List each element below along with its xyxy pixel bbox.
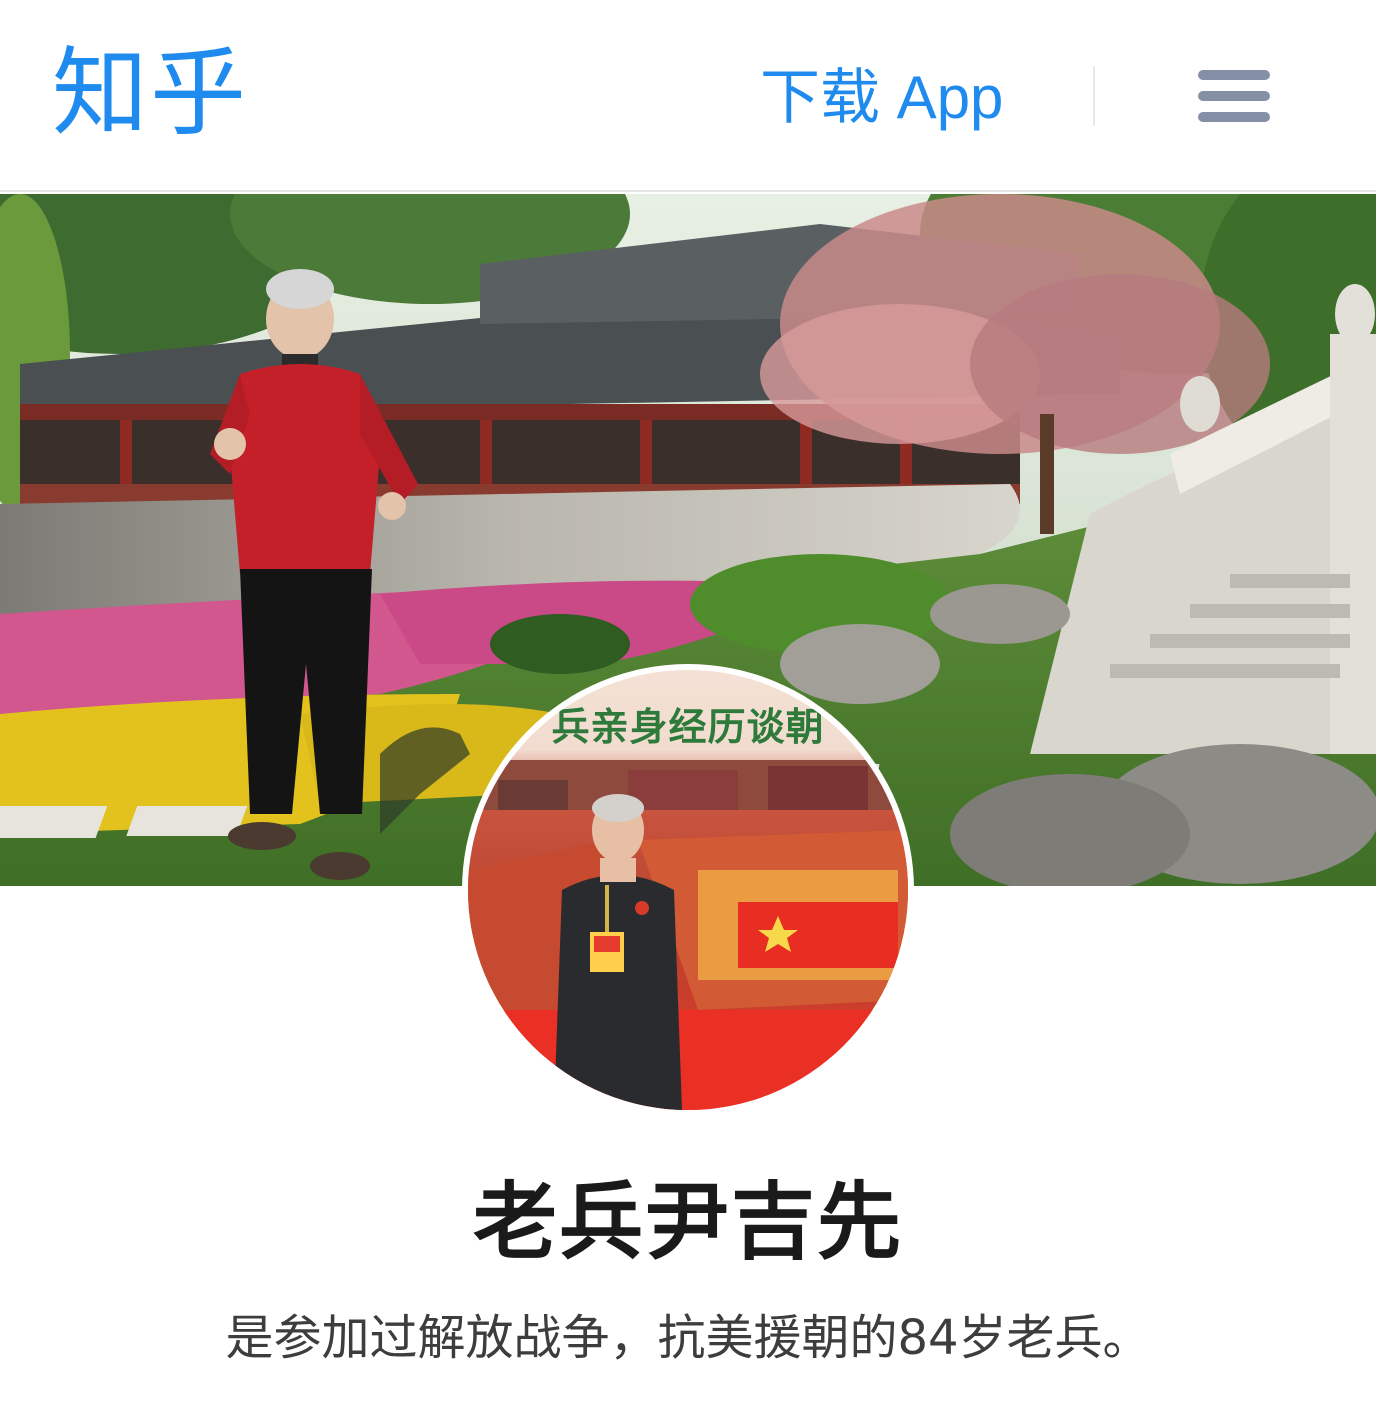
profile-avatar[interactable]: 兵亲身经历谈朝 <box>462 664 914 1116</box>
avatar-caption: 兵亲身经历谈朝 <box>551 705 825 749</box>
profile-headline: 是参加过解放战争，抗美援朝的84岁老兵。 <box>225 1310 1151 1366</box>
header-divider <box>1093 66 1095 126</box>
menu-bar-top <box>1198 70 1270 80</box>
profile-name: 老兵尹吉先 <box>472 1173 903 1271</box>
hamburger-menu-icon[interactable] <box>1198 66 1270 126</box>
menu-bar-bottom <box>1198 112 1270 122</box>
profile-page: 知乎 下载 App 兵亲身经历谈朝 老兵尹吉先 是参加过解放战争，抗美援朝的84… <box>0 0 1376 1424</box>
download-app-link[interactable]: 下载 App <box>760 62 1003 134</box>
zhihu-logo[interactable]: 知乎 <box>52 38 248 148</box>
avatar-image: 兵亲身经历谈朝 <box>468 670 908 1110</box>
menu-bar-middle <box>1198 91 1270 101</box>
top-nav-bar: 知乎 下载 App <box>0 0 1376 192</box>
